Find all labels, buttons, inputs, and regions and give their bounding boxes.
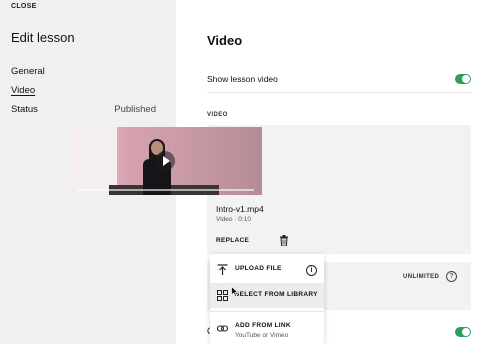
video-thumbnail[interactable] <box>69 127 262 195</box>
help-icon[interactable]: ? <box>446 271 457 282</box>
unlimited-label: UNLIMITED <box>403 274 440 280</box>
divider <box>207 92 471 93</box>
menu-divider <box>210 311 324 312</box>
menu-item-label: ADD FROM LINK <box>235 322 291 329</box>
info-icon[interactable]: i <box>306 265 317 276</box>
show-video-label: Show lesson video <box>207 74 278 84</box>
menu-item-label: SELECT FROM LIBRARY <box>235 291 318 298</box>
file-name: Intro-v1.mp4 <box>216 204 264 214</box>
page-title: Video <box>207 33 243 48</box>
file-meta: Video · 0:10 <box>216 216 251 223</box>
sidebar-item-general[interactable]: General <box>11 66 45 77</box>
show-video-row: Show lesson video <box>207 72 471 90</box>
link-icon <box>217 325 228 332</box>
upload-icon <box>217 264 228 275</box>
setting-toggle[interactable] <box>455 327 471 337</box>
close-button[interactable]: CLOSE <box>11 3 37 10</box>
menu-item-label: UPLOAD FILE <box>235 265 282 272</box>
menu-item-select-from-library[interactable]: SELECT FROM LIBRARY <box>210 283 324 308</box>
mouse-cursor-icon <box>231 286 239 297</box>
menu-item-sub: YouTube or Vimeo <box>235 332 289 339</box>
sidebar-title: Edit lesson <box>11 30 75 45</box>
play-icon[interactable] <box>155 151 175 171</box>
menu-item-upload-file[interactable]: UPLOAD FILE i <box>210 257 324 282</box>
show-video-toggle[interactable] <box>455 74 471 84</box>
library-grid-icon <box>217 290 228 301</box>
sidebar-item-status[interactable]: Status <box>11 104 38 115</box>
status-value: Published <box>114 104 156 115</box>
replace-button[interactable]: REPLACE <box>216 237 249 244</box>
video-progress-bar[interactable] <box>77 189 254 191</box>
sidebar-item-video[interactable]: Video <box>11 85 35 96</box>
trash-icon[interactable] <box>279 235 289 246</box>
video-section-label: VIDEO <box>207 112 228 118</box>
replace-menu: UPLOAD FILE i SELECT FROM LIBRARY ADD FR… <box>210 254 324 344</box>
menu-item-add-from-link[interactable]: ADD FROM LINK YouTube or Vimeo <box>210 316 324 341</box>
